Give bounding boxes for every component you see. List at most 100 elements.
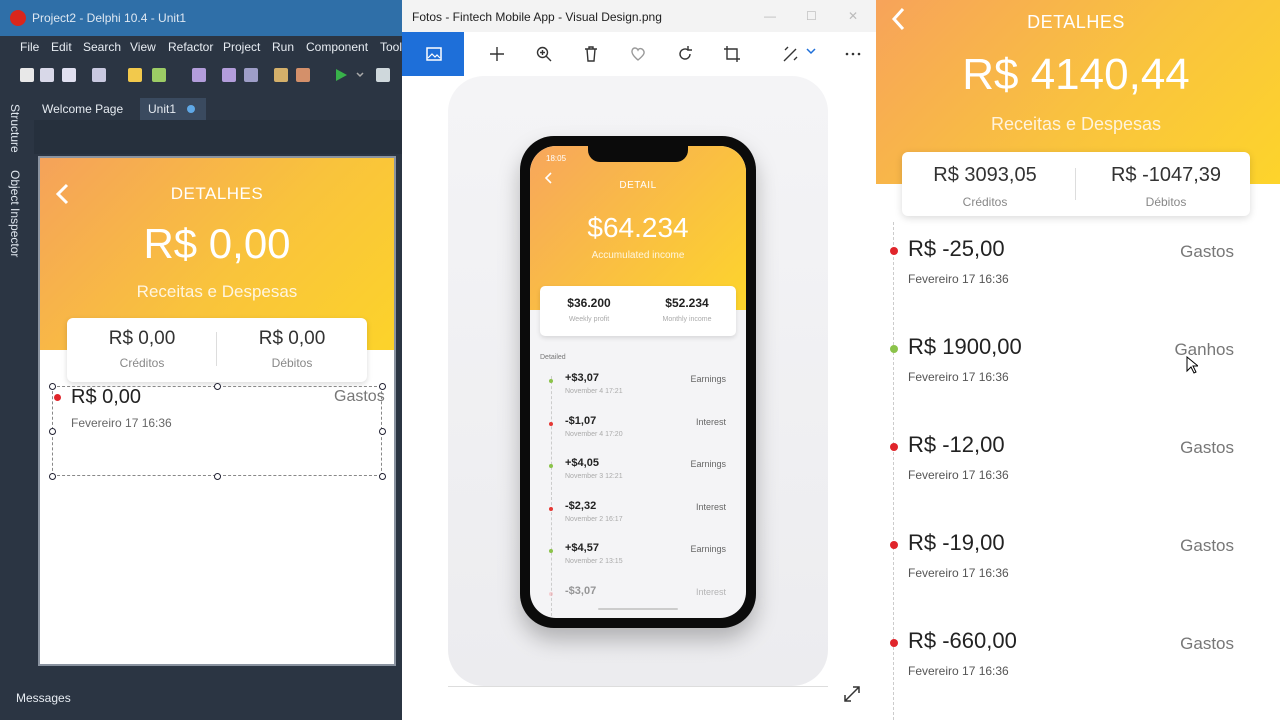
transaction-type: Gastos — [1180, 536, 1234, 555]
menu-tools[interactable]: Tool — [380, 40, 402, 54]
mockup-transaction-amount: +$4,05 — [565, 457, 599, 469]
app-title: DETALHES — [1027, 12, 1125, 32]
refresh-icon[interactable] — [244, 68, 258, 82]
transaction-status-dot — [890, 639, 898, 647]
new-file-icon[interactable] — [20, 68, 34, 82]
menu-project[interactable]: Project — [223, 40, 260, 54]
menu-refactor[interactable]: Refactor — [168, 40, 213, 54]
structure-tab[interactable]: Structure — [8, 104, 22, 153]
mockup-transaction-row: +$4,05 Earnings November 3 12:21 — [530, 457, 746, 499]
run-without-debug-icon[interactable] — [376, 68, 390, 82]
menu-search[interactable]: Search — [83, 40, 121, 54]
form-designer[interactable]: DETALHES R$ 0,00 Receitas e Despesas R$ … — [38, 156, 396, 666]
transaction-amount: R$ -660,00 — [908, 628, 1017, 653]
mockup-monthly-value: $52.234 — [665, 296, 709, 310]
mockup-status-dot — [549, 591, 553, 596]
app-credits-label: Créditos — [962, 195, 1008, 209]
mockup-transaction-amount: +$3,07 — [565, 372, 599, 384]
resize-handle[interactable] — [379, 473, 386, 480]
resize-handle[interactable] — [214, 473, 221, 480]
zoom-icon[interactable] — [535, 45, 553, 63]
delete-icon[interactable] — [582, 45, 600, 63]
resize-handle[interactable] — [214, 383, 221, 390]
resize-handle[interactable] — [49, 383, 56, 390]
transaction-list-item[interactable]: R$ -19,00 Gastos Fevereiro 17 16:36 — [876, 520, 1280, 618]
form-subtitle: Receitas e Despesas — [136, 282, 298, 301]
transaction-status-dot — [890, 541, 898, 549]
mockup-transaction-type: Earnings — [690, 374, 726, 384]
transaction-list-item[interactable]: R$ -25,00 Gastos Fevereiro 17 16:36 — [876, 226, 1280, 324]
image-icon — [426, 47, 442, 61]
mockup-transaction-type: Interest — [695, 586, 726, 597]
object-inspector-tab[interactable]: Object Inspector — [8, 170, 22, 257]
phone-notch — [588, 146, 688, 162]
mockup-summary-card: $36.200 $52.234 Weekly profit Monthly in… — [540, 286, 736, 336]
save-project-icon[interactable] — [222, 68, 236, 82]
open-project-icon[interactable] — [152, 68, 166, 82]
app-card-divider — [1075, 168, 1076, 200]
close-file-icon[interactable] — [92, 68, 106, 82]
save-all-icon[interactable] — [62, 68, 76, 82]
ide-title-bar: Project2 - Delphi 10.4 - Unit1 — [0, 0, 402, 36]
tab-unit1[interactable]: Unit1 — [140, 98, 206, 120]
transaction-type: Ganhos — [1174, 340, 1234, 359]
mockup-transaction-date: November 4 17:20 — [565, 430, 623, 438]
photos-window-title: Fotos - Fintech Mobile App - Visual Desi… — [412, 10, 662, 24]
phone-home-indicator — [598, 608, 678, 610]
crop-icon[interactable] — [723, 45, 741, 63]
app-credits-value: R$ 3093,05 — [933, 164, 1037, 186]
transaction-status-dot — [890, 443, 898, 451]
close-icon[interactable]: ✕ — [848, 9, 858, 23]
form-debits-value: R$ 0,00 — [258, 328, 326, 349]
tab-welcome-page[interactable]: Welcome Page — [34, 98, 131, 120]
transaction-status-dot — [890, 345, 898, 353]
chevron-down-icon[interactable] — [356, 72, 364, 78]
remove-file-icon[interactable] — [296, 68, 310, 82]
app-subtitle: Receitas e Despesas — [990, 114, 1162, 134]
mockup-weekly-label: Weekly profit — [568, 316, 610, 323]
run-icon[interactable] — [334, 68, 348, 82]
new-item-icon[interactable] — [128, 68, 142, 82]
transaction-date: Fevereiro 17 16:36 — [908, 566, 1009, 580]
menu-component[interactable]: Component — [306, 40, 368, 54]
transaction-amount: R$ -12,00 — [908, 432, 1005, 457]
save-icon[interactable] — [192, 68, 206, 82]
minimize-icon[interactable]: — — [764, 9, 776, 23]
resize-handle[interactable] — [49, 428, 56, 435]
expand-icon[interactable] — [842, 684, 862, 704]
menu-run[interactable]: Run — [272, 40, 294, 54]
rotate-icon[interactable] — [676, 45, 694, 63]
resize-handle[interactable] — [49, 473, 56, 480]
transaction-list-item[interactable]: R$ 1900,00 Ganhos Fevereiro 17 16:36 — [876, 324, 1280, 422]
resize-handle[interactable] — [379, 383, 386, 390]
mockup-transaction-date: November 3 12:21 — [565, 473, 623, 480]
menu-file[interactable]: File — [20, 40, 39, 54]
app-summary-card: R$ 3093,05 R$ -1047,39 Créditos Débitos — [902, 152, 1250, 216]
ide-window-title: Project2 - Delphi 10.4 - Unit1 — [32, 11, 187, 25]
transaction-list-item[interactable]: R$ -12,00 Gastos Fevereiro 17 16:36 — [876, 422, 1280, 520]
edit-create-icon[interactable] — [782, 45, 800, 63]
editor-tabs: Welcome Page Unit1 — [34, 98, 402, 120]
app-balance: R$ 4140,44 — [962, 50, 1190, 99]
transaction-date: Fevereiro 17 16:36 — [908, 468, 1009, 482]
menu-view[interactable]: View — [130, 40, 156, 54]
transaction-amount: R$ -19,00 — [908, 530, 1005, 555]
add-file-icon[interactable] — [274, 68, 288, 82]
open-icon[interactable] — [40, 68, 54, 82]
mockup-status-dot — [549, 464, 553, 468]
add-icon[interactable] — [488, 45, 506, 63]
maximize-icon[interactable]: ☐ — [806, 9, 817, 23]
mockup-title: DETAIL — [619, 180, 657, 191]
heart-icon[interactable] — [629, 45, 647, 63]
transaction-list-item[interactable]: R$ -660,00 Gastos Fevereiro 17 16:36 — [876, 618, 1280, 716]
resize-handle[interactable] — [379, 428, 386, 435]
form-row-type: Gastos — [334, 388, 385, 405]
messages-tab[interactable]: Messages — [16, 691, 71, 705]
more-icon[interactable] — [844, 45, 862, 63]
app-debits-label: Débitos — [1145, 195, 1187, 209]
transaction-amount: R$ -25,00 — [908, 236, 1005, 261]
chevron-down-icon[interactable] — [806, 48, 816, 56]
menu-edit[interactable]: Edit — [51, 40, 72, 54]
mockup-transaction-type: Earnings — [690, 544, 726, 554]
see-all-photos-button[interactable] — [402, 32, 464, 76]
